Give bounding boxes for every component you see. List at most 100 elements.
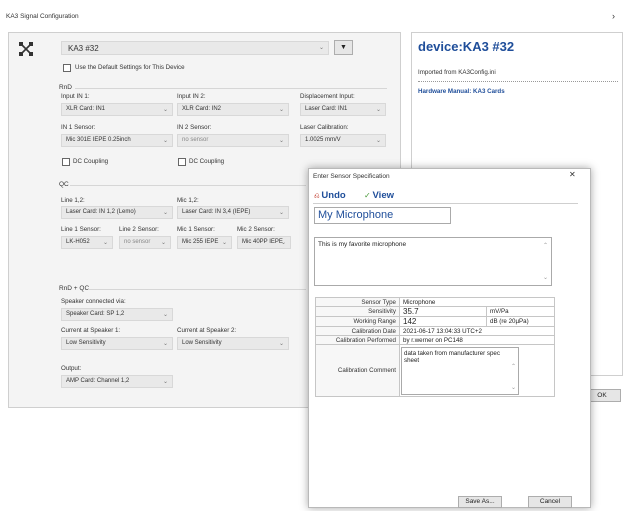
line1-sensor-value: LK-H052: [66, 239, 90, 245]
current-speaker1-value: Low Sensitivity: [66, 340, 106, 346]
input1-value: XLR Card: IN1: [66, 106, 106, 112]
sensor-name-field[interactable]: My Microphone: [314, 207, 451, 224]
input2-select[interactable]: XLR Card: IN2 ⌄: [177, 103, 289, 116]
laser-calibration-select[interactable]: 1.0025 mm/V ⌄: [300, 134, 386, 147]
speaker-connected-select[interactable]: Speaker Card: SP 1,2 ⌄: [61, 308, 173, 321]
in2-sensor-label: IN 2 Sensor:: [177, 124, 212, 131]
chevron-down-icon: ⌄: [375, 107, 381, 113]
output-select[interactable]: AMP Card: Channel 1,2 ⌄: [61, 375, 173, 388]
dc-coupling-1-checkbox[interactable]: [62, 158, 70, 166]
hardware-manual-link[interactable]: Hardware Manual: KA3 Cards: [418, 88, 505, 95]
calibration-date-value[interactable]: 2021-06-17 13:04:33 UTC+2: [399, 326, 555, 336]
scroll-down-icon[interactable]: ⌄: [511, 385, 516, 392]
window-close-button[interactable]: ›: [612, 11, 615, 21]
line2-sensor-value: no sensor: [124, 239, 151, 245]
input2-label: Input IN 2:: [177, 93, 206, 100]
calibration-comment-cell: data taken from manufacturer spec sheet …: [399, 344, 555, 397]
rndqc-divider: [88, 289, 306, 290]
window-title: KA3 Signal Configuration: [6, 13, 79, 20]
dialog-close-button[interactable]: ✕: [569, 170, 576, 179]
info-divider: [418, 81, 618, 82]
calibration-performed-key: Calibration Performed: [315, 335, 400, 345]
description-textarea[interactable]: This is my favorite microphone ⌃ ⌄: [314, 237, 552, 286]
chevron-down-icon: ⌄: [278, 138, 284, 144]
dc-coupling-2-label: DC Coupling: [189, 158, 225, 165]
table-row: Working Range 142 dB (re 20µPa): [315, 316, 555, 327]
displacement-input-value: Laser Card: IN1: [305, 106, 348, 112]
view-button[interactable]: ✓ View: [364, 190, 394, 201]
line12-select[interactable]: Laser Card: IN 1,2 (Lemo) ⌄: [61, 206, 173, 219]
device-select-value: KA3 #32: [68, 44, 99, 53]
working-range-unit: dB (re 20µPa): [486, 316, 555, 327]
use-default-label: Use the Default Settings for This Device: [75, 64, 185, 71]
dc-coupling-1-label: DC Coupling: [73, 158, 109, 165]
displacement-input-label: Displacement Input:: [300, 93, 355, 100]
laser-calibration-label: Laser Calibration:: [300, 124, 349, 131]
device-select[interactable]: KA3 #32 ⌄: [61, 41, 329, 55]
device-network-icon: [19, 42, 33, 56]
chevron-down-icon: ⌄: [221, 240, 227, 246]
device-info-title: device:KA3 #32: [418, 39, 515, 54]
chevron-down-icon: ⌄: [318, 45, 324, 51]
mic1-sensor-select[interactable]: Mic 255 IEPE ⌄: [177, 236, 232, 249]
mic2-sensor-select[interactable]: Mic 40PP IEPE ⌄: [237, 236, 291, 249]
table-row: Calibration Performed by r.werner on PC1…: [315, 335, 555, 345]
sensor-type-value[interactable]: Microphone: [399, 297, 555, 307]
chevron-down-icon: ⌄: [375, 138, 381, 144]
input2-value: XLR Card: IN2: [182, 106, 222, 112]
in1-sensor-value: Mic 301E IEPE 0.25inch: [66, 137, 131, 143]
device-menu-button[interactable]: ▼: [334, 40, 353, 55]
dc-coupling-2-checkbox[interactable]: [178, 158, 186, 166]
displacement-input-select[interactable]: Laser Card: IN1 ⌄: [300, 103, 386, 116]
line12-label: Line 1,2:: [61, 197, 85, 204]
sensor-type-key: Sensor Type: [315, 297, 400, 307]
calibration-comment-key: Calibration Comment: [315, 344, 400, 397]
chevron-down-icon: ⌄: [162, 341, 168, 347]
scroll-down-icon[interactable]: ⌄: [543, 274, 548, 281]
in2-sensor-select[interactable]: no sensor ⌄: [177, 134, 289, 147]
sensitivity-input[interactable]: 35.7: [399, 306, 487, 317]
sensor-properties-table: Sensor Type Microphone Sensitivity 35.7 …: [315, 297, 555, 397]
current-speaker1-select[interactable]: Low Sensitivity ⌄: [61, 337, 173, 350]
undo-label: Undo: [321, 190, 346, 201]
sensitivity-key: Sensitivity: [315, 306, 400, 317]
chevron-down-icon: ⌄: [162, 210, 168, 216]
current-speaker1-label: Current at Speaker 1:: [61, 327, 121, 334]
chevron-down-icon: ⌄: [162, 107, 168, 113]
chevron-down-icon: ⌄: [162, 379, 168, 385]
laser-calibration-value: 1.0025 mm/V: [305, 137, 341, 143]
table-row: Calibration Comment data taken from manu…: [315, 344, 555, 397]
imported-from-text: Imported from KA3Config.ini: [418, 69, 496, 76]
undo-button[interactable]: ⎌ Undo: [314, 190, 346, 201]
current-speaker2-select[interactable]: Low Sensitivity ⌄: [177, 337, 289, 350]
mic2-sensor-label: Mic 2 Sensor:: [237, 226, 275, 233]
scroll-up-icon[interactable]: ⌃: [511, 364, 516, 371]
working-range-key: Working Range: [315, 316, 400, 327]
calibration-comment-textarea[interactable]: data taken from manufacturer spec sheet …: [401, 346, 519, 395]
use-default-checkbox[interactable]: [63, 64, 71, 72]
mic2-sensor-value: Mic 40PP IEPE: [242, 239, 283, 245]
chevron-down-icon: ⌄: [102, 240, 108, 246]
input1-label: Input IN 1:: [61, 93, 90, 100]
working-range-input[interactable]: 142: [399, 316, 487, 327]
input1-select[interactable]: XLR Card: IN1 ⌄: [61, 103, 173, 116]
sensitivity-unit: mV/Pa: [486, 306, 555, 317]
speaker-connected-label: Speaker connected via:: [61, 298, 126, 305]
save-as-button[interactable]: Save As...: [458, 496, 502, 508]
rnd-heading: RnD: [59, 84, 73, 91]
calibration-date-key: Calibration Date: [315, 326, 400, 336]
table-row: Sensor Type Microphone: [315, 297, 555, 307]
chevron-down-icon: ⌄: [278, 210, 284, 216]
scroll-up-icon[interactable]: ⌃: [543, 242, 548, 249]
cancel-button[interactable]: Cancel: [528, 496, 572, 508]
mic12-select[interactable]: Laser Card: IN 3,4 (IEPE) ⌄: [177, 206, 289, 219]
line2-sensor-select[interactable]: no sensor ⌄: [119, 236, 171, 249]
chevron-down-icon: ⌄: [162, 312, 168, 318]
line1-sensor-select[interactable]: LK-H052 ⌄: [61, 236, 113, 249]
calibration-performed-value[interactable]: by r.werner on PC148: [399, 335, 555, 345]
mic1-sensor-label: Mic 1 Sensor:: [177, 226, 215, 233]
calibration-comment-text: data taken from manufacturer spec sheet: [404, 349, 500, 364]
in1-sensor-select[interactable]: Mic 301E IEPE 0.25inch ⌄: [61, 134, 173, 147]
sensor-dialog: Enter Sensor Specification ✕ ⎌ Undo ✓ Vi…: [308, 168, 591, 508]
undo-icon: ⎌: [314, 193, 320, 200]
